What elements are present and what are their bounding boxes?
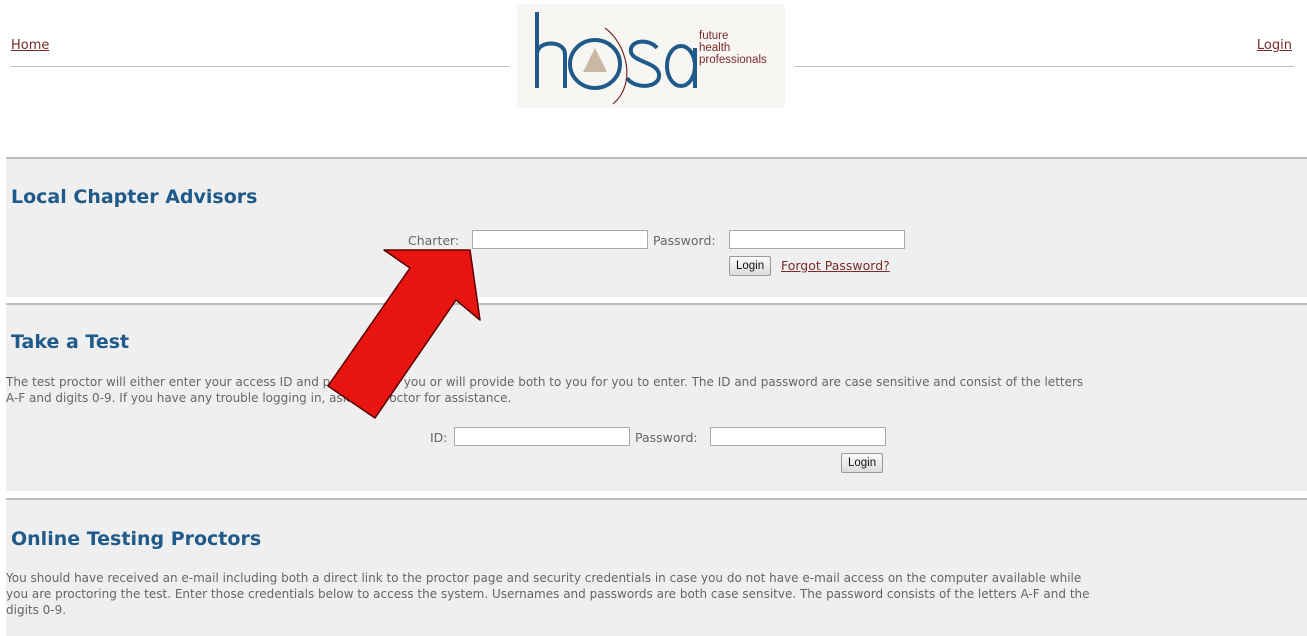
forgot-password-link[interactable]: Forgot Password? bbox=[781, 258, 890, 273]
charter-input[interactable] bbox=[472, 230, 648, 249]
test-id-label: ID: bbox=[430, 430, 448, 445]
proctors-section: Online Testing Proctors You should have … bbox=[6, 498, 1307, 636]
take-test-description-line: The test proctor will either enter your … bbox=[6, 375, 1084, 389]
proctors-description-line: you are proctoring the test. Enter those… bbox=[6, 587, 1090, 601]
header-login-link[interactable]: Login bbox=[1257, 38, 1292, 53]
test-login-button[interactable]: Login bbox=[841, 453, 884, 473]
logo-tagline-line: professionals bbox=[699, 54, 767, 66]
test-id-input[interactable] bbox=[454, 427, 630, 446]
take-test-description-line: A-F and digits 0-9. If you have any trou… bbox=[6, 391, 512, 405]
proctors-title: Online Testing Proctors bbox=[11, 528, 262, 550]
advisors-section: Local Chapter Advisors Charter: Password… bbox=[6, 157, 1307, 297]
test-password-input[interactable] bbox=[710, 427, 886, 446]
take-test-title: Take a Test bbox=[11, 331, 130, 353]
logo-tagline-line: health bbox=[699, 42, 731, 54]
header-divider-right bbox=[795, 66, 1294, 67]
header-divider-left bbox=[11, 66, 509, 67]
take-test-section: Take a Test The test proctor will either… bbox=[6, 303, 1307, 491]
advisor-login-button[interactable]: Login bbox=[729, 256, 772, 276]
advisors-title: Local Chapter Advisors bbox=[11, 186, 258, 208]
logo-tagline-line: future bbox=[699, 30, 729, 42]
charter-label: Charter: bbox=[408, 233, 460, 248]
test-password-label: Password: bbox=[635, 430, 698, 445]
logo-tagline: future health professionals bbox=[699, 30, 767, 66]
proctors-description-line: digits 0-9. bbox=[6, 603, 67, 617]
proctors-description-line: You should have received an e-mail inclu… bbox=[6, 571, 1082, 585]
home-link[interactable]: Home bbox=[11, 38, 49, 53]
site-header: Home future health professionals Login bbox=[0, 0, 1307, 150]
hosa-logo[interactable]: future health professionals bbox=[517, 4, 785, 108]
advisor-password-input[interactable] bbox=[729, 230, 905, 249]
advisor-password-label: Password: bbox=[653, 233, 716, 248]
